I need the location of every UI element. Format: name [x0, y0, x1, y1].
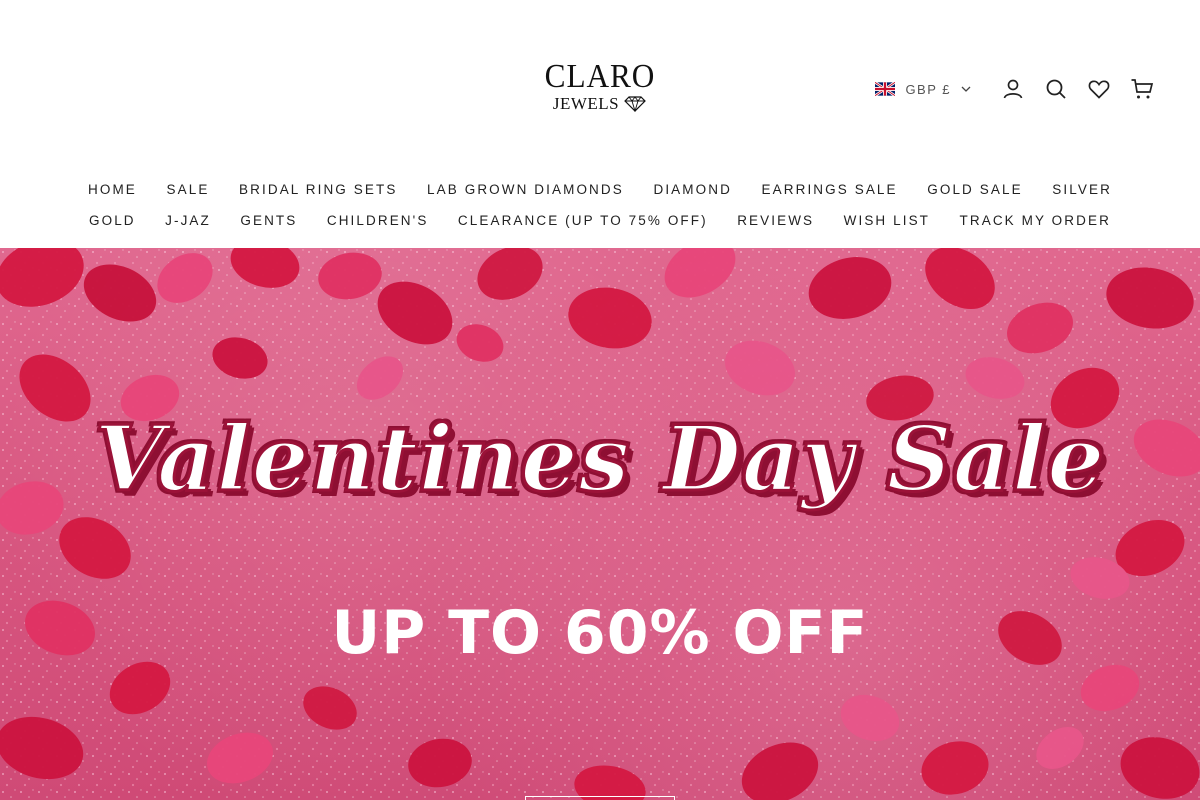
- logo-wordmark-bottom: JEWELS: [552, 94, 620, 113]
- rose-petals-background: [0, 248, 1200, 800]
- nav-item-gold-sale[interactable]: GOLD SALE: [927, 182, 1022, 197]
- hero-shop-button[interactable]: [525, 796, 675, 800]
- chevron-down-icon: [961, 86, 971, 92]
- hero-banner[interactable]: Valentines Day Sale UP TO 60% OFF: [0, 248, 1200, 800]
- nav-item-earrings-sale[interactable]: EARRINGS SALE: [762, 182, 898, 197]
- nav-item-gold[interactable]: GOLD: [89, 213, 136, 228]
- site-logo[interactable]: CLARO JEWELS: [530, 60, 670, 120]
- nav-item-reviews[interactable]: REVIEWS: [737, 213, 814, 228]
- nav-item-home[interactable]: HOME: [88, 182, 137, 197]
- hero-title: Valentines Day Sale: [93, 405, 1106, 514]
- diamond-icon: [624, 96, 646, 112]
- currency-label: GBP £: [905, 81, 951, 97]
- nav-item-wish-list[interactable]: WISH LIST: [844, 213, 930, 228]
- nav-item-sale[interactable]: SALE: [167, 182, 210, 197]
- logo-wordmark-bottom-row: JEWELS: [530, 95, 670, 113]
- nav-row-2: GOLD J-JAZ GENTS CHILDREN'S CLEARANCE (U…: [0, 205, 1200, 236]
- main-navigation: HOME SALE BRIDAL RING SETS LAB GROWN DIA…: [0, 174, 1200, 236]
- nav-row-1: HOME SALE BRIDAL RING SETS LAB GROWN DIA…: [0, 174, 1200, 205]
- hero-subtitle: UP TO 60% OFF: [331, 598, 869, 668]
- nav-item-j-jaz[interactable]: J-JAZ: [165, 213, 211, 228]
- nav-item-gents[interactable]: GENTS: [240, 213, 297, 228]
- logo-wordmark-top: CLARO: [544, 58, 656, 95]
- uk-flag-icon: [875, 82, 896, 96]
- nav-item-childrens[interactable]: CHILDREN'S: [327, 213, 429, 228]
- nav-item-bridal-ring-sets[interactable]: BRIDAL RING SETS: [239, 182, 397, 197]
- currency-selector[interactable]: GBP £: [875, 82, 971, 97]
- nav-item-silver[interactable]: SILVER: [1052, 182, 1112, 197]
- nav-item-diamond[interactable]: DIAMOND: [653, 182, 731, 197]
- search-icon[interactable]: [1044, 77, 1068, 101]
- nav-item-clearance[interactable]: CLEARANCE (UP TO 75% OFF): [458, 213, 708, 228]
- header-utility-bar: GBP £: [875, 76, 1154, 102]
- nav-item-track-my-order[interactable]: TRACK MY ORDER: [960, 213, 1111, 228]
- nav-item-lab-grown-diamonds[interactable]: LAB GROWN DIAMONDS: [427, 182, 624, 197]
- wishlist-heart-icon[interactable]: [1087, 77, 1111, 101]
- cart-icon[interactable]: [1130, 77, 1154, 101]
- site-header: CLARO JEWELS GBP £ HOME SALE BRIDAL RING…: [0, 0, 1200, 248]
- account-icon[interactable]: [1001, 77, 1025, 101]
